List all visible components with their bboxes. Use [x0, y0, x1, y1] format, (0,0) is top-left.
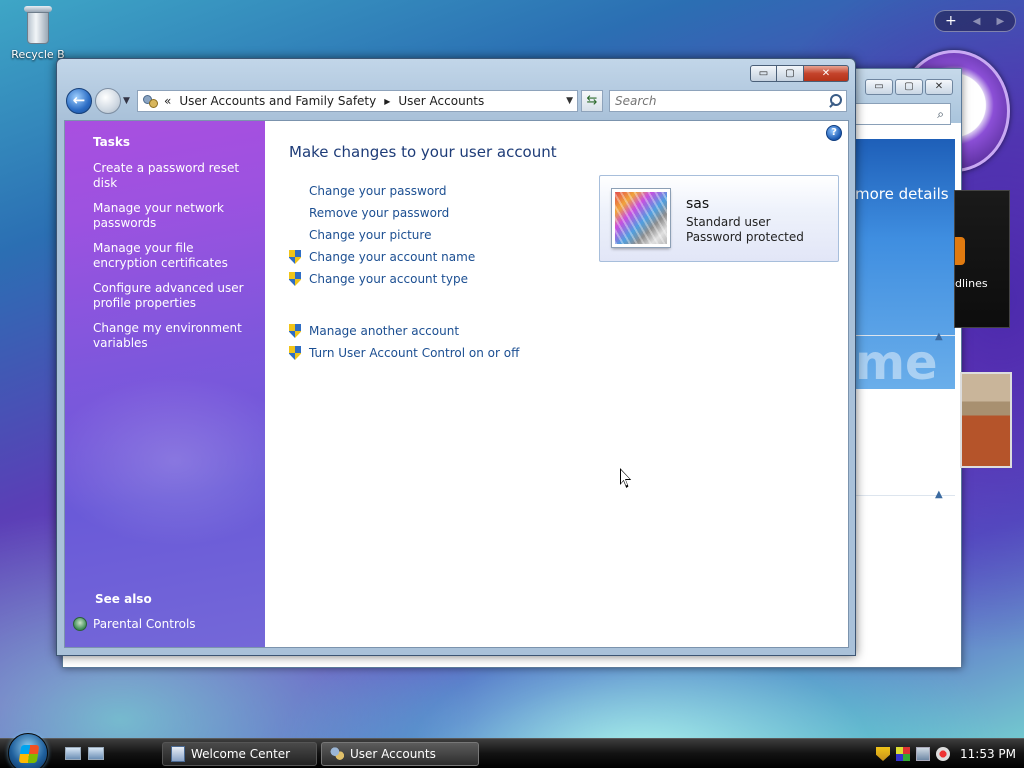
- welcome-search-icon[interactable]: ⌕: [855, 103, 951, 125]
- welcome-maximize-button[interactable]: ▢: [895, 79, 923, 95]
- start-button[interactable]: [8, 733, 48, 768]
- volume-icon[interactable]: [936, 747, 950, 761]
- refresh-button[interactable]: ⇆: [581, 90, 603, 112]
- account-name: sas: [686, 196, 710, 212]
- account-links: Change your password Remove your passwor…: [287, 180, 519, 364]
- taskbar: Welcome Center User Accounts 11:53 PM: [0, 733, 1024, 768]
- tasks-heading: Tasks: [93, 135, 131, 149]
- avatar: [612, 189, 670, 247]
- page-title: Make changes to your user account: [289, 143, 557, 161]
- switch-windows-icon[interactable]: [88, 747, 104, 760]
- security-shield-icon[interactable]: [876, 747, 890, 761]
- close-button[interactable]: ✕: [804, 65, 849, 82]
- link-change-password[interactable]: Change your password: [287, 180, 519, 202]
- address-overflow-chevron[interactable]: «: [164, 94, 171, 108]
- breadcrumb-arrow-icon[interactable]: ▶: [384, 97, 390, 106]
- link-manage-another-account[interactable]: Manage another account: [287, 320, 519, 342]
- prev-gadget-icon[interactable]: ◀: [973, 16, 981, 27]
- address-bar[interactable]: « User Accounts and Family Safety ▶ User…: [137, 90, 578, 112]
- task-manage-file-encryption-certificates[interactable]: Manage your file encryption certificates: [93, 241, 253, 271]
- welcome-center-icon: [171, 746, 185, 762]
- user-accounts-icon: [142, 94, 158, 108]
- system-tray: 11:53 PM: [868, 739, 1024, 768]
- link-change-account-type[interactable]: Change your account type: [287, 268, 519, 290]
- windows-logo-icon: [18, 745, 40, 763]
- task-change-environment-variables[interactable]: Change my environment variables: [93, 321, 253, 351]
- welcome-minimize-button[interactable]: ▭: [865, 79, 893, 95]
- uac-shield-icon: [287, 272, 307, 286]
- headlines-gadget[interactable]: dlines: [954, 190, 1010, 328]
- taskbar-welcome-center[interactable]: Welcome Center: [162, 742, 317, 766]
- rss-icon: [955, 237, 965, 265]
- user-accounts-window[interactable]: ▭ ▢ ✕ ← ▼ « User Accounts and Family Saf…: [56, 58, 856, 656]
- network-icon[interactable]: [916, 747, 930, 761]
- recycle-bin[interactable]: Recycle B: [6, 2, 70, 61]
- sidebar-gadget-controls[interactable]: + ◀ ▶: [934, 10, 1016, 32]
- address-dropdown-icon[interactable]: ▼: [566, 96, 573, 106]
- help-icon[interactable]: ?: [826, 125, 842, 141]
- headlines-label: dlines: [955, 277, 988, 290]
- next-gadget-icon[interactable]: ▶: [996, 16, 1004, 27]
- uac-shield-icon: [287, 250, 307, 264]
- task-configure-advanced-profile[interactable]: Configure advanced user profile properti…: [93, 281, 253, 311]
- parental-controls-icon: [73, 617, 87, 631]
- recycle-bin-icon: [23, 2, 53, 46]
- link-change-account-name[interactable]: Change your account name: [287, 246, 519, 268]
- user-accounts-icon: [330, 746, 344, 762]
- slideshow-gadget[interactable]: [960, 372, 1012, 468]
- security-center-icon[interactable]: [896, 747, 910, 761]
- tasks-list: Create a password reset disk Manage your…: [93, 161, 253, 361]
- task-manage-network-passwords[interactable]: Manage your network passwords: [93, 201, 253, 231]
- search-icon[interactable]: [827, 93, 843, 109]
- back-button[interactable]: ←: [66, 88, 92, 114]
- account-type: Standard user: [686, 215, 771, 229]
- account-password-status: Password protected: [686, 230, 804, 244]
- mouse-cursor-icon: [620, 468, 634, 488]
- main-content: ? Make changes to your user account Chan…: [265, 121, 848, 647]
- account-card: sas Standard user Password protected: [599, 175, 839, 262]
- task-pane: Tasks Create a password reset disk Manag…: [65, 121, 325, 647]
- add-gadget-icon[interactable]: +: [945, 13, 957, 29]
- uac-shield-icon: [287, 324, 307, 338]
- recent-pages-dropdown-icon[interactable]: ▼: [123, 96, 130, 106]
- taskbar-user-accounts[interactable]: User Accounts: [321, 742, 479, 766]
- breadcrumb-user-accounts[interactable]: User Accounts: [398, 94, 484, 108]
- welcome-banner: more details me: [855, 139, 955, 389]
- link-toggle-uac[interactable]: Turn User Account Control on or off: [287, 342, 519, 364]
- parental-controls-link[interactable]: Parental Controls: [73, 617, 196, 631]
- breadcrumb-family-safety[interactable]: User Accounts and Family Safety: [179, 94, 376, 108]
- forward-button[interactable]: [95, 88, 121, 114]
- search-input[interactable]: [609, 90, 847, 112]
- link-remove-password[interactable]: Remove your password: [287, 202, 519, 224]
- task-create-password-reset-disk[interactable]: Create a password reset disk: [93, 161, 253, 191]
- show-desktop-icon[interactable]: [65, 747, 81, 760]
- taskbar-clock[interactable]: 11:53 PM: [960, 747, 1016, 761]
- welcome-banner-text[interactable]: more details: [855, 185, 949, 203]
- client-area: Tasks Create a password reset disk Manag…: [64, 120, 849, 648]
- see-also-heading: See also: [95, 592, 152, 606]
- welcome-close-button[interactable]: ✕: [925, 79, 953, 95]
- link-change-picture[interactable]: Change your picture: [287, 224, 519, 246]
- minimize-button[interactable]: ▭: [750, 65, 777, 82]
- welcome-banner-big-text: me: [855, 335, 938, 389]
- collapse-caret-icon[interactable]: ▲: [935, 489, 943, 500]
- uac-shield-icon: [287, 346, 307, 360]
- parental-controls-label[interactable]: Parental Controls: [93, 617, 196, 631]
- maximize-button[interactable]: ▢: [777, 65, 804, 82]
- collapse-caret-icon[interactable]: ▲: [935, 331, 943, 342]
